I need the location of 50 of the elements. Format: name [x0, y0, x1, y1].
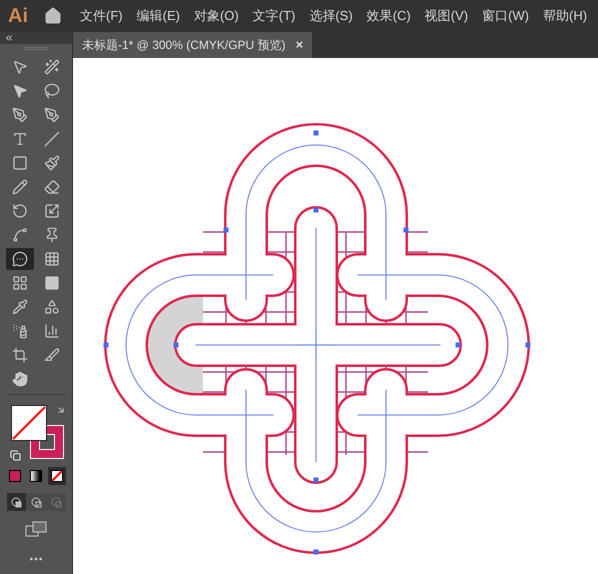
menu-item[interactable]: 文字(T)	[252, 6, 296, 26]
menu-item[interactable]: 文件(F)	[80, 6, 123, 26]
menu-item[interactable]: 帮助(H)	[543, 6, 588, 26]
tool-button[interactable]	[6, 248, 34, 270]
draw-mode-icon	[50, 496, 62, 508]
grip-icon	[25, 47, 47, 50]
menu-item[interactable]: 视图(V)	[424, 6, 468, 26]
draw-mode-icon	[30, 496, 42, 508]
curvature-pen-icon	[44, 107, 60, 123]
line-icon	[44, 131, 60, 147]
none-icon	[51, 470, 63, 482]
screen-mode-icon[interactable]	[25, 521, 47, 537]
pencil-icon	[12, 179, 28, 195]
draw-mode-button[interactable]	[6, 493, 26, 511]
spray-icon	[12, 323, 28, 339]
rectangle-icon	[12, 155, 28, 171]
eraser-icon	[44, 179, 60, 195]
document-tab[interactable]: 未标题-1* @ 300% (CMYK/GPU 预览) ×	[73, 32, 312, 58]
type-icon	[12, 131, 28, 147]
default-colors-icon[interactable]	[10, 450, 21, 461]
pen-icon	[12, 107, 28, 123]
swap-icon[interactable]	[56, 405, 66, 415]
menu-item[interactable]: 选择(S)	[309, 6, 353, 26]
color-mode-button[interactable]	[48, 467, 66, 485]
app-logo: Ai	[7, 4, 29, 29]
lasso-icon	[44, 83, 60, 99]
color-mode-button[interactable]	[27, 467, 45, 485]
bar-chart-icon	[44, 323, 60, 339]
collapse-icon[interactable]	[4, 33, 14, 43]
draw-mode-icon	[10, 496, 22, 508]
scale-icon	[44, 203, 60, 219]
color-mode-button[interactable]	[6, 467, 24, 485]
close-button[interactable]: ×	[296, 35, 304, 55]
pin-icon	[44, 227, 60, 243]
knife-icon	[44, 347, 60, 363]
home-icon[interactable]	[44, 7, 62, 25]
direct-selection-icon	[12, 59, 28, 75]
color-icon	[9, 470, 21, 482]
menu-item[interactable]: 窗口(W)	[482, 6, 530, 26]
menu-item[interactable]: 编辑(E)	[136, 6, 180, 26]
magic-wand-icon	[44, 59, 60, 75]
rotate-icon	[12, 203, 28, 219]
tab-title: 未标题-1* @ 300% (CMYK/GPU 预览)	[82, 37, 286, 54]
fill-swatch[interactable]	[11, 405, 47, 441]
hand-icon	[12, 371, 28, 387]
eyedropper-icon	[12, 299, 28, 315]
menu-item[interactable]: 对象(O)	[194, 6, 239, 26]
paintbrush-icon	[44, 155, 60, 171]
menu-item[interactable]: 效果(C)	[366, 6, 411, 26]
selection-icon	[12, 83, 28, 99]
